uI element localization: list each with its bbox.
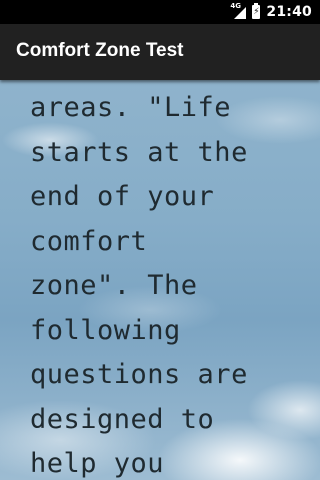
content-scroll-area[interactable]: areas. "Life starts at the end of your c… <box>0 80 320 480</box>
signal-icon: 4G <box>230 2 247 19</box>
app-title: Comfort Zone Test <box>16 40 184 61</box>
body-text: areas. "Life starts at the end of your c… <box>30 92 248 479</box>
battery-charging-icon: ⚡ <box>252 3 261 19</box>
status-clock: 21:40 <box>266 4 312 20</box>
status-bar: 4G ⚡ 21:40 <box>0 0 320 24</box>
status-icons: 4G ⚡ 21:40 <box>230 2 312 21</box>
app-bar: Comfort Zone Test <box>0 24 320 80</box>
screen: 4G ⚡ 21:40 Comfort Zone Test areas. "Lif… <box>0 0 320 480</box>
